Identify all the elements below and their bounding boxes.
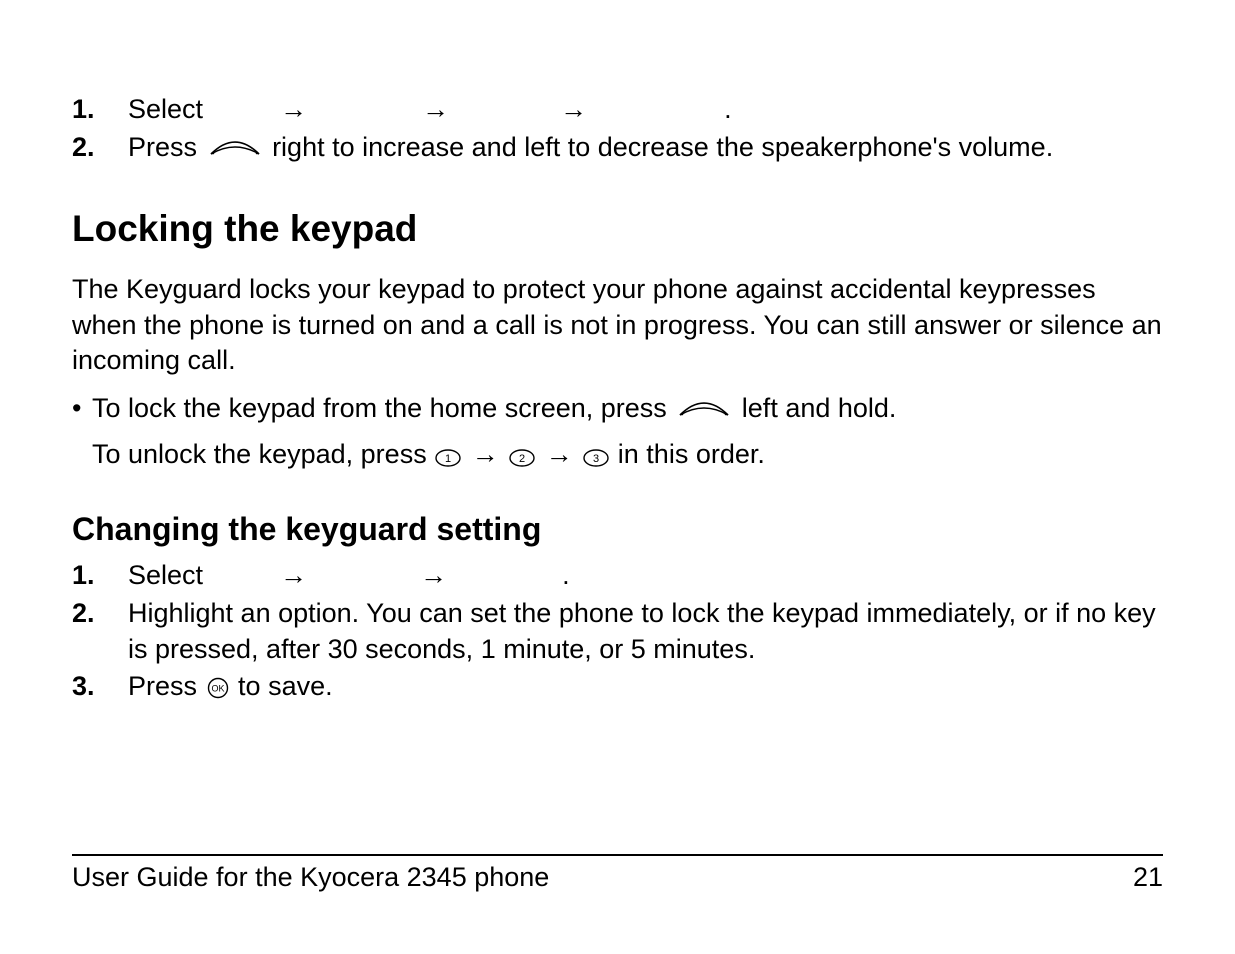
step-text: to save. xyxy=(238,671,333,701)
footer-title: User Guide for the Kyocera 2345 phone xyxy=(72,860,549,896)
step-text: Press xyxy=(128,132,197,162)
page-footer: User Guide for the Kyocera 2345 phone 21 xyxy=(72,854,1163,896)
step-1-select-path: 1. Select → → . xyxy=(72,558,1163,594)
heading-locking-keypad: Locking the keypad xyxy=(72,205,1163,254)
step-number: 2. xyxy=(72,596,128,632)
step-number: 1. xyxy=(72,92,128,128)
nav-key-icon xyxy=(674,395,734,431)
svg-text:1: 1 xyxy=(445,453,451,465)
step-text: right to increase and left to decrease t… xyxy=(272,132,1053,162)
arrow-icon: → xyxy=(470,437,501,473)
text: To unlock the keypad, press xyxy=(92,439,434,469)
svg-text:2: 2 xyxy=(519,453,525,465)
step-text: Select xyxy=(128,94,203,124)
bottom-steps-list: 1. Select → → . 2. Highlight an option. … xyxy=(72,558,1163,709)
step-text: Press xyxy=(128,671,205,701)
step-3-press-ok: 3. Press OK to save. xyxy=(72,669,1163,709)
page-number: 21 xyxy=(1133,860,1163,896)
svg-text:3: 3 xyxy=(593,453,599,465)
bullet-icon: • xyxy=(72,391,92,427)
step-body: Select → → . xyxy=(128,558,1163,594)
keyguard-description: The Keyguard locks your keypad to protec… xyxy=(72,272,1163,379)
arrow-icon: → xyxy=(420,92,451,128)
top-steps-list: 1. Select → → → . 2. Press xyxy=(72,92,1163,169)
arrow-icon: → xyxy=(558,92,589,128)
step-body: Press OK to save. xyxy=(128,669,1163,709)
text: To lock the keypad from the home screen,… xyxy=(92,393,674,423)
nav-key-icon xyxy=(205,134,265,170)
lock-instruction: • To lock the keypad from the home scree… xyxy=(72,391,1163,431)
lock-unlock-block: • To lock the keypad from the home scree… xyxy=(72,391,1163,476)
arrow-icon: → xyxy=(278,92,309,128)
key-2-icon: 2 xyxy=(508,441,536,477)
lock-text: To lock the keypad from the home screen,… xyxy=(92,391,896,431)
manual-page: 1. Select → → → . 2. Press xyxy=(0,0,1235,954)
heading-changing-keyguard: Changing the keyguard setting xyxy=(72,508,1163,550)
text: left and hold. xyxy=(742,393,897,423)
key-1-icon: 1 xyxy=(434,441,462,477)
arrow-icon: → xyxy=(278,558,309,594)
footer-rule xyxy=(72,854,1163,856)
step-number: 1. xyxy=(72,558,128,594)
text: in this order. xyxy=(618,439,765,469)
step-1-select-path: 1. Select → → → . xyxy=(72,92,1163,128)
step-body: Press right to increase and left to decr… xyxy=(128,130,1163,170)
step-2-highlight-option: 2. Highlight an option. You can set the … xyxy=(72,596,1163,667)
ok-key-icon: OK xyxy=(205,673,231,709)
arrow-icon: → xyxy=(544,437,575,473)
svg-text:OK: OK xyxy=(211,684,224,694)
step-body: Select → → → . xyxy=(128,92,1163,128)
step-text: . xyxy=(562,560,570,590)
step-2-press-nav: 2. Press right to increase and left to d… xyxy=(72,130,1163,170)
step-number: 3. xyxy=(72,669,128,705)
step-body: Highlight an option. You can set the pho… xyxy=(128,596,1163,667)
step-number: 2. xyxy=(72,130,128,166)
step-text: Select xyxy=(128,560,203,590)
unlock-instruction: To unlock the keypad, press 1 → 2 → 3 xyxy=(72,437,1163,477)
step-text: . xyxy=(724,94,732,124)
key-3-icon: 3 xyxy=(582,441,610,477)
arrow-icon: → xyxy=(418,558,449,594)
